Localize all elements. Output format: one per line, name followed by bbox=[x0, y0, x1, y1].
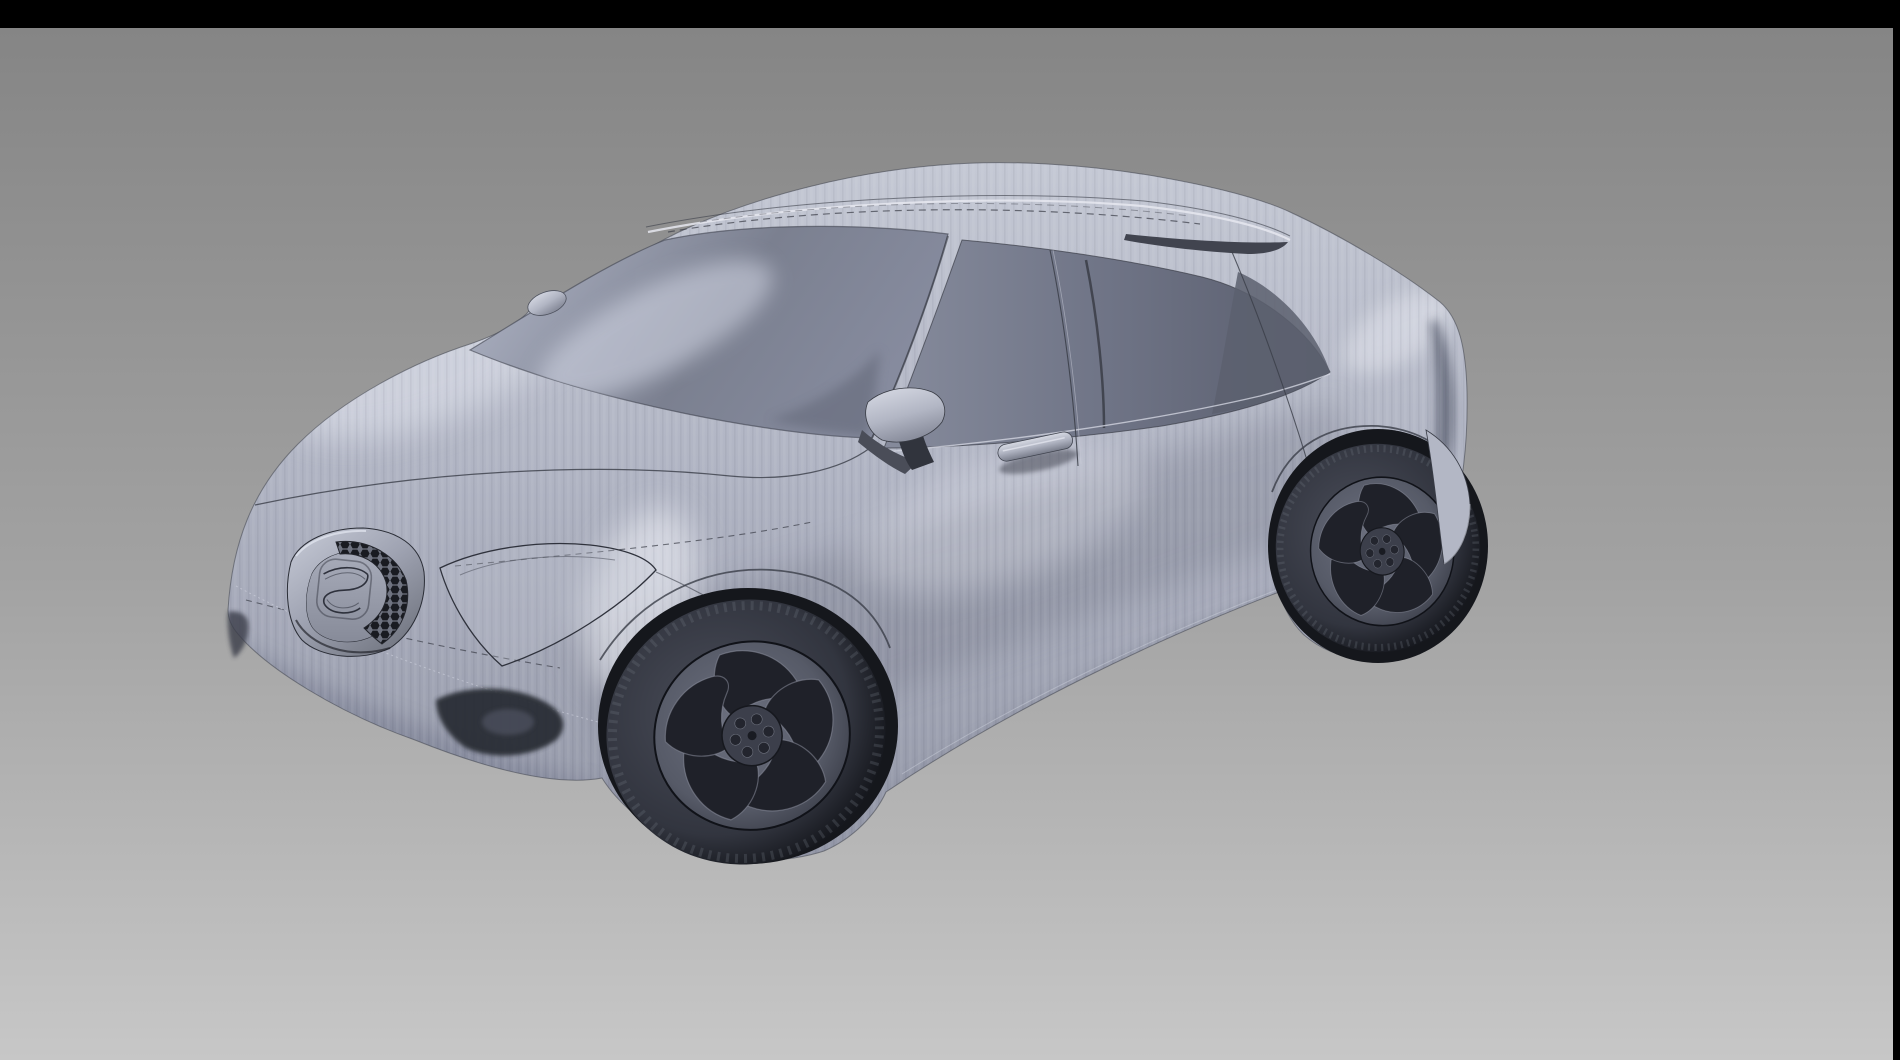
viewport-3d[interactable] bbox=[0, 0, 1893, 1060]
top-letterbox-bar bbox=[0, 0, 1893, 28]
app-window bbox=[0, 0, 1900, 1060]
car-model bbox=[0, 0, 1893, 1060]
right-letterbox-bar bbox=[1893, 0, 1900, 1060]
